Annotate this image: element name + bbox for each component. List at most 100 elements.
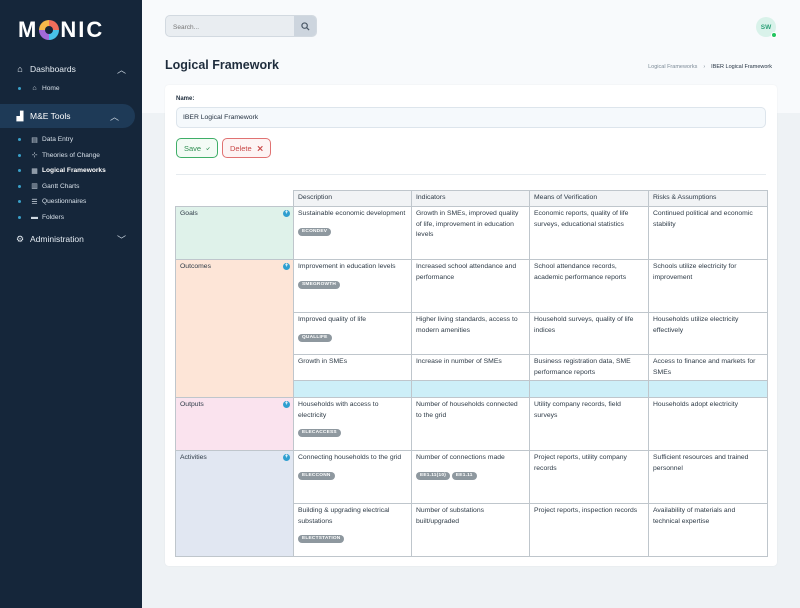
sitemap-icon: ⊹ (31, 152, 38, 160)
cell-risks[interactable]: Schools utilize electricity for improvem… (648, 259, 768, 313)
cell-risks[interactable]: Availability of materials and technical … (648, 503, 768, 558)
cell-description[interactable]: Households with access to electricity ELE… (293, 397, 412, 452)
cell-verification[interactable]: Business registration data, SME performa… (529, 353, 649, 382)
table-icon: ▤ (31, 136, 38, 144)
cell-verification[interactable]: Project reports, inspection records (529, 503, 649, 558)
code-tag: ECONDEV (298, 227, 332, 236)
cell-description[interactable]: Improved quality of life QUALLIFE (293, 312, 412, 355)
cell-verification[interactable]: Household surveys, quality of life indic… (529, 312, 649, 355)
search-input[interactable] (166, 17, 294, 36)
cell-verification[interactable]: School attendance records, academic perf… (529, 259, 649, 313)
add-activity-icon[interactable]: + (283, 454, 290, 462)
home-icon: ⌂ (32, 85, 37, 93)
col-header-description: Description (293, 190, 412, 207)
nav-group-administration: ⚙ Administration ﹀ (0, 227, 142, 251)
grid-icon: ▦ (31, 167, 38, 175)
outcome-row: Outcomes + Improvement in education leve… (175, 258, 768, 399)
cell-description[interactable]: Growth in SMEs (293, 353, 412, 382)
nav-item-theories-of-change[interactable]: ⊹ Theories of Change (0, 148, 142, 164)
nav-group-me-tools: ▟ M&E Tools ︿ ▤ Data Entry ⊹ Theories of… (0, 104, 142, 225)
chart-icon: ▟ (16, 110, 24, 121)
col-header-indicators: Indicators (411, 190, 530, 207)
cell-risks[interactable]: Households utilize electricity effective… (648, 312, 768, 355)
cell-verification[interactable]: Economic reports, quality of life survey… (529, 206, 649, 260)
nav-group-dashboards: ⌂ Dashboards ︿ ⌂ Home (0, 57, 142, 97)
folder-icon: ▬ (31, 213, 38, 221)
nav-item-data-entry[interactable]: ▤ Data Entry (0, 132, 142, 148)
close-icon (257, 145, 263, 151)
code-tag: QUALLIFE (298, 333, 332, 342)
cell-indicators[interactable]: Increase in number of SMEs (411, 353, 530, 382)
cell-description[interactable]: Improvement in education levels SMEGROWTH (293, 259, 412, 313)
home-icon: ⌂ (17, 64, 23, 74)
page-title: Logical Framework (165, 58, 279, 72)
gears-icon: ⚙ (15, 233, 25, 244)
search-box (165, 15, 317, 37)
indicator-code-tag: EE1.11(10) (416, 471, 451, 480)
search-button[interactable] (294, 16, 316, 36)
cell-indicators[interactable]: Number of households connected to the gr… (411, 397, 530, 452)
save-button[interactable]: Save (176, 138, 218, 158)
cell-risks[interactable]: Access to finance and markets for SMEs (648, 353, 768, 382)
chevron-up-icon[interactable]: ︿ (117, 63, 126, 76)
framework-card: Name: Save Delete Description Indicators… (165, 85, 777, 566)
add-outcome-icon[interactable]: + (283, 263, 290, 270)
cell-indicators[interactable]: Higher living standards, access to moder… (411, 312, 530, 355)
level-activities: Activities + (175, 450, 294, 558)
gantt-icon: ▥ (31, 183, 38, 191)
online-status-dot (771, 32, 777, 38)
nav-item-questionnaires[interactable]: ☰ Questionnaires (0, 194, 142, 210)
add-output-icon[interactable]: + (283, 401, 290, 409)
nav-item-folders[interactable]: ▬ Folders (0, 210, 142, 226)
nav-me-tools[interactable]: ▟ M&E Tools ︿ (0, 104, 135, 128)
level-outputs: Outputs + (175, 397, 294, 452)
nav-me-tools-label: M&E Tools (30, 111, 71, 121)
activity-row: Activities + Connecting households to th… (175, 450, 768, 558)
nav-item-home[interactable]: ⌂ Home (0, 81, 142, 97)
nav-item-logical-frameworks[interactable]: ▦ Logical Frameworks (0, 163, 142, 179)
code-tag: ELECCONN (298, 471, 335, 480)
cell-risks[interactable]: Households adopt electricity (648, 397, 768, 452)
cell-description[interactable]: Sustainable economic development ECONDEV (293, 206, 412, 260)
output-row: Outputs + Households with access to elec… (175, 397, 768, 452)
delete-button[interactable]: Delete (222, 138, 271, 158)
nav-administration-label: Administration (30, 234, 84, 244)
add-goal-icon[interactable]: + (283, 210, 290, 217)
cell-verification[interactable]: Project reports, utility company records (529, 450, 649, 505)
cell-verification[interactable]: Utility company records, field surveys (529, 397, 649, 452)
cell-risks[interactable]: Continued political and economic stabili… (648, 206, 768, 260)
list-icon: ☰ (31, 198, 38, 206)
monic-logo[interactable]: M NIC (18, 17, 104, 43)
nav-dashboards-label: Dashboards (30, 64, 76, 74)
cell-indicators[interactable]: Number of connections made EE1.11(10) EE1… (411, 450, 530, 505)
code-tag: ELECTSTATION (298, 535, 345, 544)
sidebar: M NIC ⌂ Dashboards ︿ ⌂ Home ▟ M&E Tools ︿… (0, 0, 142, 608)
grid-header-row: Description Indicators Means of Verifica… (176, 190, 768, 207)
breadcrumb-link-logical-frameworks[interactable]: Logical Frameworks (648, 64, 697, 70)
cell-indicators[interactable]: Number of substations built/upgraded (411, 503, 530, 558)
cell-indicators[interactable]: Increased school attendance and performa… (411, 259, 530, 313)
cell-indicators[interactable]: Growth in SMEs, improved quality of life… (411, 206, 530, 260)
user-avatar[interactable]: SW (756, 17, 777, 38)
cell-description[interactable]: Building & upgrading electrical substati… (293, 503, 412, 558)
col-header-means-of-verification: Means of Verification (529, 190, 649, 207)
nav-administration[interactable]: ⚙ Administration ﹀ (0, 227, 142, 251)
indicator-code-tag: EE1.11 (451, 471, 477, 480)
breadcrumb-current: IBER Logical Framework (711, 64, 772, 70)
logframe-grid: Description Indicators Means of Verifica… (175, 190, 768, 558)
col-header-risks-assumptions: Risks & Assumptions (648, 190, 768, 207)
cell-description[interactable]: Connecting households to the grid ELECCON… (293, 450, 412, 505)
level-outcomes: Outcomes + (175, 258, 294, 399)
name-field[interactable] (176, 107, 766, 128)
code-tag: ELECACCESS (298, 429, 341, 438)
cell-risks[interactable]: Sufficient resources and trained personn… (648, 450, 768, 505)
nav-dashboards[interactable]: ⌂ Dashboards ︿ (0, 57, 142, 81)
search-icon (300, 21, 310, 31)
breadcrumb: Logical Frameworks › IBER Logical Framew… (648, 64, 772, 70)
divider (176, 174, 766, 175)
goal-row: Goals + Sustainable economic development… (175, 206, 768, 260)
nav-item-gantt-charts[interactable]: ▥ Gantt Charts (0, 179, 142, 195)
chevron-up-icon[interactable]: ︿ (110, 110, 119, 123)
chevron-down-icon[interactable]: ﹀ (117, 233, 126, 246)
code-tag: SMEGROWTH (298, 280, 341, 289)
